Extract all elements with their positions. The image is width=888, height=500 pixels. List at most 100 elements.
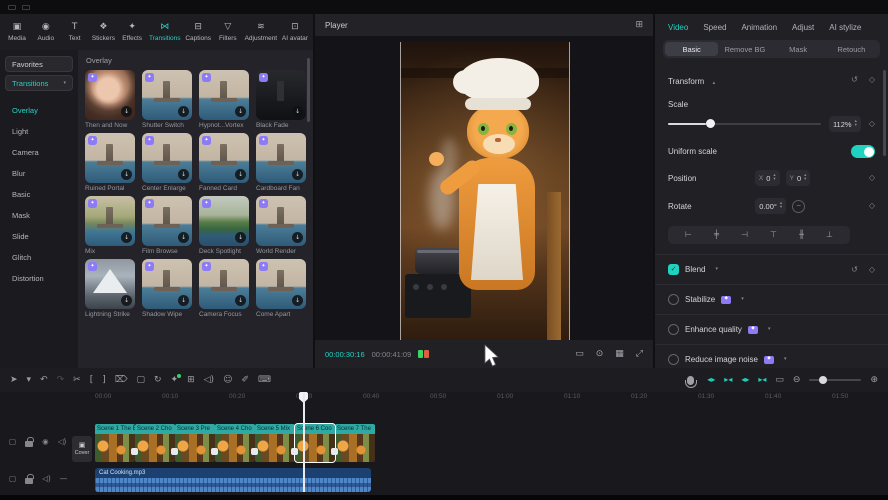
toolbar-text[interactable]: T Text [63,23,87,42]
transition-marker[interactable] [251,448,258,455]
keyframe-icon[interactable]: ◇ [869,266,875,274]
align-hcenter-icon[interactable]: ╪ [714,231,719,239]
microphone-icon[interactable] [687,376,694,385]
transition-card[interactable]: ✦ ↓ Ruined Portal [85,133,137,192]
timeline-clip[interactable]: Scene 6 Coo [295,424,335,462]
toolbar-ai-avatar[interactable]: ⊡ AI avatar [282,23,308,42]
transition-card[interactable]: ✦ ↓ Camera Focus [199,259,251,318]
transition-card[interactable]: ✦ ↓ Deck Spotlight [199,196,251,255]
toolbar-adjustment[interactable]: ≋ Adjustment [245,23,278,42]
zoom-in-icon[interactable]: ⊕ [870,376,878,385]
inspector-tab[interactable]: Adjust [792,23,814,32]
rotate-dial-icon[interactable]: − [792,200,805,213]
sidebar-category-item[interactable]: Distortion [0,268,78,289]
timeline-clip[interactable]: Scene 1 The E [95,424,135,462]
track-frame-icon[interactable]: ▢ [9,438,16,446]
download-icon[interactable]: ↓ [121,295,132,306]
window-control-icon[interactable] [22,5,30,10]
keyboard-shortcuts-icon[interactable]: ⌨ [258,376,271,385]
sidebar-category-item[interactable]: Camera [0,142,78,163]
transition-marker[interactable] [211,448,218,455]
position-x-box[interactable]: X 0 ▴▾ [755,170,780,186]
timeline-clip[interactable]: Scene 3 Pre [175,424,215,462]
download-icon[interactable]: ↓ [292,232,303,243]
align-top-icon[interactable]: ⊤ [770,231,777,239]
undo-icon[interactable]: ↶ [40,376,48,385]
quality-icon[interactable]: ▦ [615,350,624,359]
transition-marker[interactable] [291,448,298,455]
download-icon[interactable]: ↓ [292,169,303,180]
track-frame-icon[interactable]: ▢ [9,475,16,483]
window-control-icon[interactable] [8,5,16,10]
category-selector[interactable]: Transitions ▾ [5,75,73,91]
keyframe-icon[interactable]: ◇ [869,202,875,210]
audio-tool-icon[interactable]: ◁) [204,376,214,385]
keyframe-icon[interactable]: ◇ [869,120,875,128]
chevron-down-icon[interactable]: ▾ [784,357,787,362]
toolbar-transitions[interactable]: ⋈ Transitions [149,23,181,42]
download-icon[interactable]: ↓ [178,232,189,243]
sidebar-category-item[interactable]: Glitch [0,247,78,268]
transition-card[interactable]: ✦ ↓ Film Browse [142,196,194,255]
align-right-icon[interactable]: ⊣ [741,231,748,239]
toolbar-captions[interactable]: ⊟ Captions [185,23,211,42]
feature-checkbox[interactable]: ✓ [668,264,679,275]
toolbar-media[interactable]: ▣ Media [5,23,29,42]
timeline-ruler[interactable]: 00:0000:1000:2000:3000:4000:5001:0001:10… [0,392,888,404]
select-tool-icon[interactable]: ➤ [10,376,18,385]
chevron-up-icon[interactable]: ▴ [713,80,716,86]
download-icon[interactable]: ↓ [178,295,189,306]
slider-thumb[interactable] [706,119,715,128]
rotate-value-box[interactable]: 0.00° ▴▾ [755,198,786,214]
transition-card[interactable]: ✦ ↓ World Render [256,196,308,255]
download-icon[interactable]: ↓ [235,169,246,180]
lock-icon[interactable] [25,441,33,447]
feature-checkbox[interactable]: ✓ [668,324,679,335]
trim-right-icon[interactable]: ] [102,376,106,385]
align-bottom-icon[interactable]: ⊥ [826,231,833,239]
download-icon[interactable]: ↓ [235,295,246,306]
audio-clip[interactable]: Cat Cooking.mp3 [95,468,371,492]
reset-icon[interactable]: ↺ [851,76,858,84]
stepper-arrows[interactable]: ▴▾ [855,120,857,128]
scale-value-box[interactable]: 112% ▴▾ [829,116,861,132]
timeline-clip[interactable]: Scene 4 Cho [215,424,255,462]
align-vcenter-icon[interactable]: ╫ [799,231,804,239]
grid-scrollbar[interactable] [307,58,310,122]
reset-icon[interactable]: ↺ [851,266,858,274]
split-icon[interactable]: ✂ [73,376,81,385]
inspector-subtab[interactable]: Basic [665,42,718,56]
transition-card[interactable]: ✦ ↓ Black Fade [256,70,308,129]
monitor-icon[interactable]: ▭ [775,376,784,385]
panel-layout-icon[interactable]: ⊞ [635,21,643,30]
crop-icon[interactable]: ▢ [136,376,145,385]
chevron-down-icon[interactable]: ▾ [768,327,771,332]
slider-thumb[interactable] [819,376,827,384]
inspector-subtab[interactable]: Remove BG [718,42,771,56]
eye-icon[interactable]: ◉ [42,438,49,446]
download-icon[interactable]: ↓ [121,232,132,243]
transition-card[interactable]: ✦ ↓ Center Enlarge [142,133,194,192]
stepper-arrows[interactable]: ▴▾ [780,202,782,210]
lock-icon[interactable] [25,478,33,484]
download-icon[interactable]: ↓ [235,232,246,243]
transition-card[interactable]: ✦ ↓ Cardboard Fan [256,133,308,192]
video-preview[interactable] [400,42,570,340]
redo-icon[interactable]: ↷ [57,376,65,385]
sidebar-category-item[interactable]: Slide [0,226,78,247]
chevron-down-icon[interactable]: ▾ [715,267,718,272]
collapse-dash-icon[interactable]: — [60,475,68,483]
trim-left-icon[interactable]: [ [90,376,94,385]
select-dropdown-icon[interactable]: ▾ [27,376,32,385]
download-icon[interactable]: ↓ [121,106,132,117]
timeline-clip[interactable]: Scene 7 The [335,424,375,462]
transition-card[interactable]: ✦ ↓ Hypnot...Vortex [199,70,251,129]
transition-marker[interactable] [131,448,138,455]
transition-card[interactable]: ✦ ↓ Lightning Strike [85,259,137,318]
inspector-subtab[interactable]: Mask [772,42,825,56]
transition-card[interactable]: ✦ ↓ Come Apart [256,259,308,318]
toolbar-effects[interactable]: ✦ Effects [120,23,144,42]
track-view-toggle-icon[interactable]: ▸◂ [758,376,766,384]
uniform-scale-toggle[interactable] [851,145,875,158]
sidebar-category-item[interactable]: Blur [0,163,78,184]
